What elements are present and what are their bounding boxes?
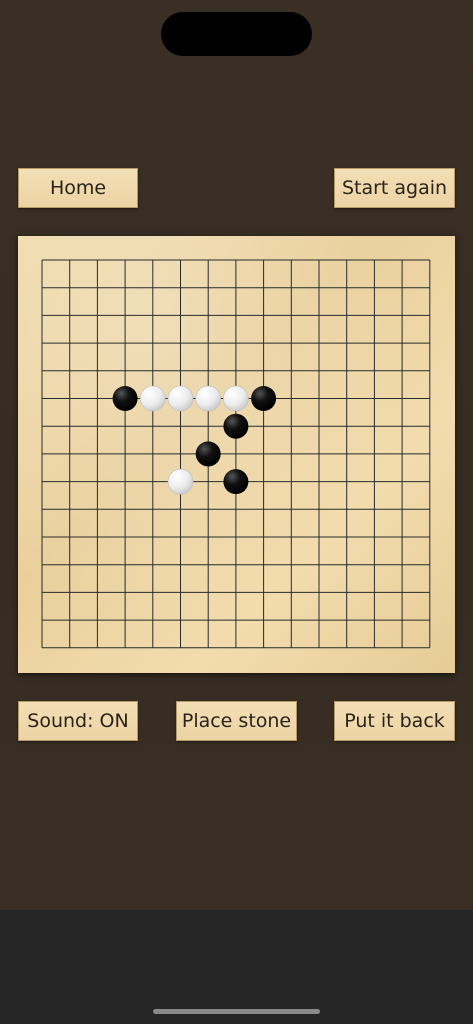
white-stone	[140, 385, 166, 412]
game-screen: Home Start again Sound: ON Place stone P…	[0, 0, 473, 1024]
white-stone	[223, 385, 249, 412]
home-indicator[interactable]	[153, 1009, 320, 1014]
black-stone	[223, 413, 249, 439]
white-stone	[167, 385, 194, 412]
black-stone	[251, 386, 277, 411]
bottom-bar	[0, 910, 473, 1024]
board-grid[interactable]	[18, 236, 455, 673]
put-it-back-button[interactable]: Put it back	[334, 701, 455, 741]
sound-toggle-button[interactable]: Sound: ON	[18, 701, 138, 741]
black-stone	[112, 386, 138, 411]
black-stone	[223, 469, 249, 495]
white-stone	[167, 468, 194, 495]
start-again-button[interactable]: Start again	[334, 168, 455, 208]
dynamic-island	[161, 12, 312, 56]
home-button[interactable]: Home	[18, 168, 138, 208]
place-stone-button[interactable]: Place stone	[176, 701, 297, 741]
black-stone	[195, 441, 221, 467]
gomoku-board[interactable]	[18, 236, 455, 673]
white-stone	[195, 385, 221, 412]
